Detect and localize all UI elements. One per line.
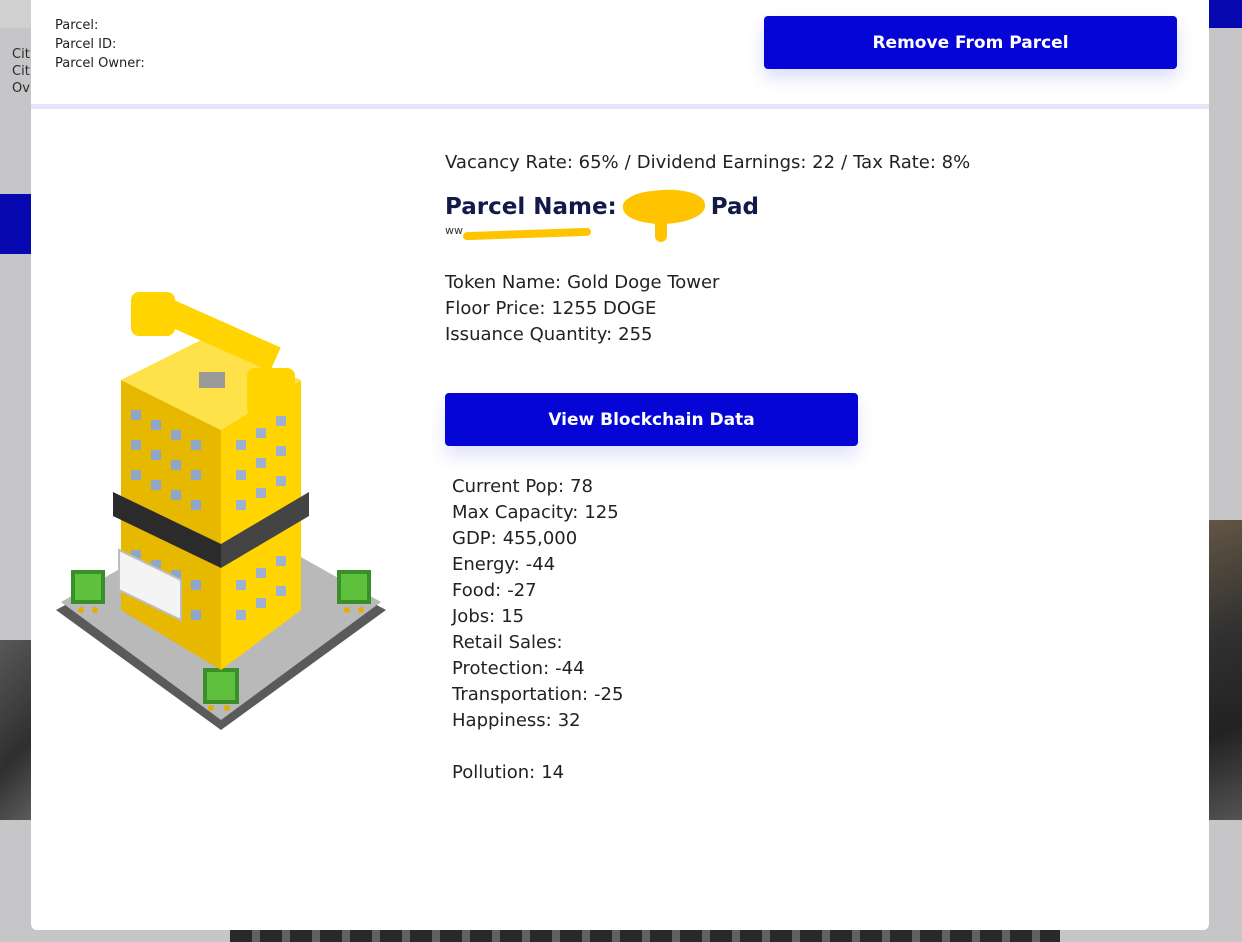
stat-row: Transportation: -25 (452, 682, 970, 708)
parcel-details: Vacancy Rate: 65% / Dividend Earnings: 2… (445, 152, 970, 786)
pollution-label: Pollution: (452, 762, 536, 783)
stat-label: Protection: (452, 658, 550, 679)
stat-label: Jobs: (452, 606, 496, 627)
stat-row: Energy: -44 (452, 552, 970, 578)
stat-value: 32 (557, 710, 581, 731)
stat-label: GDP: (452, 528, 497, 549)
stat-value: 78 (570, 476, 593, 497)
parcel-owner-row: Parcel Owner: (55, 54, 149, 73)
stat-value: -25 (594, 684, 624, 705)
parcel-website: ww (445, 214, 970, 244)
dividend-earnings: Dividend Earnings: 22 (636, 152, 836, 173)
stat-value: -44 (555, 658, 585, 679)
issuance-quantity-row: Issuance Quantity: 255 (445, 322, 970, 348)
parcel-name-value: Pad (710, 194, 759, 220)
stat-label: Food: (452, 580, 502, 601)
stat-row: Happiness: 32 (452, 708, 970, 734)
issuance-quantity-label: Issuance Quantity: (445, 324, 613, 345)
token-info: Token Name: Gold Doge Tower Floor Price:… (445, 270, 970, 348)
stat-row: Protection: -44 (452, 656, 970, 682)
city-stats: Current Pop: 78 Max Capacity: 125 GDP: 455,… (445, 474, 970, 786)
issuance-quantity-value: 255 (618, 324, 653, 345)
remove-from-parcel-button[interactable]: Remove From Parcel (764, 16, 1177, 69)
redaction-mark (462, 227, 592, 241)
stat-label: Max Capacity: (452, 502, 579, 523)
summary-separator: / (841, 152, 848, 173)
parcel-modal: Parcel: Parcel ID: Parcel Owner: Remove … (31, 0, 1209, 930)
pollution-row: Pollution: 14 (452, 760, 970, 786)
parcel-id-label: Parcel ID: (55, 37, 117, 52)
stat-label: Retail Sales: (452, 632, 563, 653)
stat-value: 125 (584, 502, 619, 523)
summary-separator: / (624, 152, 631, 173)
token-name-value: Gold Doge Tower (567, 272, 720, 293)
view-blockchain-data-button[interactable]: View Blockchain Data (445, 393, 858, 446)
stat-spacer (452, 734, 970, 760)
parcel-id-row: Parcel ID: (55, 35, 149, 54)
token-name-label: Token Name: (445, 272, 562, 293)
floor-price-value: 1255 DOGE (551, 298, 657, 319)
parcel-name-label: Parcel Name: (445, 194, 617, 220)
floor-price-label: Floor Price: (445, 298, 546, 319)
modal-header: Parcel: Parcel ID: Parcel Owner: Remove … (31, 0, 1209, 109)
parcel-label: Parcel: (55, 18, 99, 33)
parcel-name: Parcel Name: Pad (445, 187, 970, 227)
parcel-info: Parcel: Parcel ID: Parcel Owner: (55, 16, 149, 73)
stat-label: Transportation: (452, 684, 589, 705)
stat-row: Food: -27 (452, 578, 970, 604)
stat-value: 455,000 (502, 528, 578, 549)
stat-label: Energy: (452, 554, 520, 575)
stat-label: Happiness: (452, 710, 552, 731)
parcel-website-prefix: ww (445, 224, 463, 237)
tax-rate: Tax Rate: 8% (853, 152, 971, 173)
parcel-summary: Vacancy Rate: 65% / Dividend Earnings: 2… (445, 152, 970, 173)
floor-price-row: Floor Price: 1255 DOGE (445, 296, 970, 322)
redaction-mark (655, 214, 667, 242)
stat-row: Jobs: 15 (452, 604, 970, 630)
token-name-row: Token Name: Gold Doge Tower (445, 270, 970, 296)
stat-row: Max Capacity: 125 (452, 500, 970, 526)
stat-row: Current Pop: 78 (452, 474, 970, 500)
stat-row: Retail Sales: (452, 630, 970, 656)
stat-value: -27 (507, 580, 537, 601)
parcel-owner-label: Parcel Owner: (55, 56, 145, 71)
stat-label: Current Pop: (452, 476, 565, 497)
vacancy-rate: Vacancy Rate: 65% (445, 152, 619, 173)
stat-value: -44 (525, 554, 556, 575)
stat-row: GDP: 455,000 (452, 526, 970, 552)
pollution-value: 14 (541, 762, 565, 783)
stat-value: 15 (501, 606, 525, 627)
parcel-row: Parcel: (55, 16, 149, 35)
gold-doge-tower-building-icon (56, 292, 386, 730)
